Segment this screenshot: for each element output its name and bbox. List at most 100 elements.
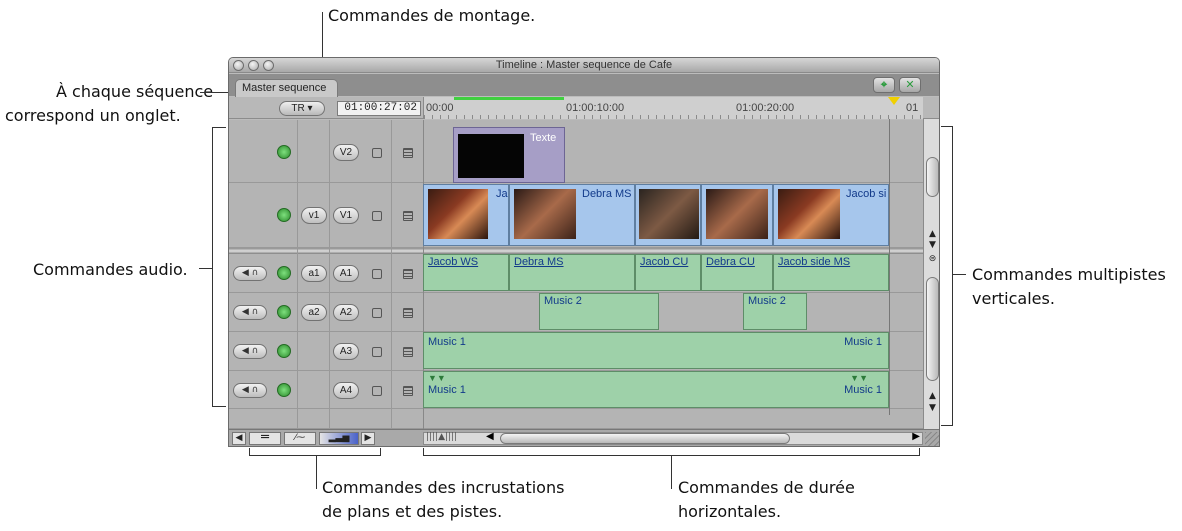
destination-v2[interactable]: V2 [333,144,359,161]
source-a1[interactable]: a1 [301,265,327,282]
audio-clip[interactable]: ▼▼ ▼▼ Music 1 Music 1 [423,371,889,408]
destination-a1[interactable]: A1 [333,265,359,282]
destination-a3[interactable]: A3 [333,343,359,360]
bottom-controls-bar: ◀ ═ ⁄⁓ ▂▃▅ ▶ ||||▲|||| ◀ ▶ [229,429,939,446]
destination-v1[interactable]: V1 [333,207,359,224]
auto-select-a4-icon[interactable] [403,386,413,396]
keyframe-marker-icon: ▼▼ [850,373,868,383]
playhead-line[interactable] [889,119,890,415]
destination-a2[interactable]: A2 [333,304,359,321]
lock-a4-icon[interactable] [372,386,382,396]
auto-select-a3-icon[interactable] [403,347,413,357]
leader-line [919,448,920,456]
keyframe-marker-icon: ▼▼ [428,373,446,383]
lock-v1-icon[interactable] [372,211,382,221]
snap-icon[interactable]: ⌖ [873,77,895,93]
audible-a1-icon[interactable] [277,266,291,280]
video-clip[interactable]: Debra MS [509,184,635,246]
track-height-menu-icon[interactable]: ▶ [361,432,375,445]
playhead-marker[interactable] [888,97,900,105]
scroll-up-arrow-icon[interactable]: ▲ [924,229,939,240]
divider-handle-icon[interactable]: ⊜ [924,254,939,265]
leader-line [671,455,672,489]
auto-select-v2-icon[interactable] [403,148,413,158]
audio-waveform-toggle-icon[interactable]: ◀ [232,432,246,445]
lock-a3-icon[interactable] [372,347,382,357]
audio-clip[interactable]: Jacob side MS [773,254,889,291]
clip-keyframes-toggle-icon[interactable]: ⁄⁓ [284,432,316,445]
video-clip[interactable] [635,184,701,246]
track-selector-button[interactable]: TR ▾ [279,101,325,116]
mute-solo-a4[interactable]: ◀ ∩ [233,383,267,398]
auto-select-v1-icon[interactable] [403,211,413,221]
ruler-tick-label: 01 [906,102,919,114]
audio-clip[interactable]: Jacob WS [423,254,509,291]
clip-label: Music 1 [428,384,466,396]
timeline-clips-area[interactable]: Texte Ja Debra MS Jacob si Jacob WS Debr… [423,120,889,416]
callout-duree-2: horizontales. [678,502,782,521]
track-visibility-v1-icon[interactable] [277,208,291,222]
audible-a3-icon[interactable] [277,344,291,358]
time-ruler[interactable]: 00:00 01:00:10:00 01:00:20:00 01 [423,97,923,119]
video-clip[interactable]: Ja [423,184,509,246]
auto-select-a2-icon[interactable] [403,308,413,318]
track-visibility-v2-icon[interactable] [277,145,291,159]
clip-thumbnail [514,189,576,239]
clip-label: Jacob si [846,188,887,200]
audible-a4-icon[interactable] [277,383,291,397]
leader-line [212,127,213,407]
render-status-bar [454,97,564,100]
audio-clip[interactable]: Debra MS [509,254,635,291]
clip-overlays-toggle-icon[interactable]: ═ [249,431,281,445]
callout-duree-1: Commandes de durée [678,478,855,497]
source-a2[interactable]: a2 [301,304,327,321]
lock-v2-icon[interactable] [372,148,382,158]
scroll-down-arrow-icon[interactable]: ▼ [924,403,939,414]
video-scroll-thumb[interactable] [926,157,939,197]
linked-selection-icon[interactable]: ✕ [899,77,921,93]
title-bar: Timeline : Master sequence de Cafe [229,58,939,73]
horizontal-duration-scroller[interactable]: ||||▲|||| ◀ ▶ [423,431,923,445]
mute-solo-a3[interactable]: ◀ ∩ [233,344,267,359]
clip-label: Debra MS [582,188,632,200]
tab-master-sequence[interactable]: Master sequence [235,79,338,97]
text-clip[interactable]: Texte [453,127,565,183]
scroll-down-arrow-icon[interactable]: ▼ [924,240,939,251]
ruler-tick-label: 00:00 [426,102,454,114]
callout-incrustations-1: Commandes des incrustations [322,478,565,497]
track-height-icon[interactable]: ▂▃▅ [319,432,359,445]
resize-grip-icon[interactable] [925,432,939,446]
callout-incrustations-2: de plans et des pistes. [322,502,503,521]
destination-a4[interactable]: A4 [333,382,359,399]
horizontal-scroll-thumb[interactable] [500,433,790,444]
clip-thumbnail [639,189,699,239]
zoom-slider-icon[interactable]: ||||▲|||| [426,432,457,442]
audio-clip[interactable]: Jacob CU [635,254,701,291]
vertical-track-scroller[interactable]: ▲ ▼ ⊜ ▲ ▼ [923,119,939,437]
ruler-tick-label: 01:00:20:00 [736,102,795,114]
mute-solo-a2[interactable]: ◀ ∩ [233,305,267,320]
lock-a2-icon[interactable] [372,308,382,318]
audio-clip[interactable]: Music 2 [743,293,807,330]
timeline-window: Timeline : Master sequence de Cafe Maste… [228,57,940,447]
source-v1[interactable]: v1 [301,207,327,224]
lock-a1-icon[interactable] [372,269,382,279]
callout-multipistes-1: Commandes multipistes [972,265,1166,284]
text-clip-label: Texte [530,132,557,144]
scroll-up-arrow-icon[interactable]: ▲ [924,391,939,402]
video-clip[interactable] [701,184,773,246]
audible-a2-icon[interactable] [277,305,291,319]
audio-scroll-thumb[interactable] [926,277,939,381]
audio-clip[interactable]: Debra CU [701,254,773,291]
current-timecode-field[interactable]: 01:00:27:02 [337,101,421,116]
clip-label: Music 1 [844,384,882,396]
video-clip[interactable]: Jacob si [773,184,889,246]
auto-select-a1-icon[interactable] [403,269,413,279]
audio-clip[interactable]: Music 2 [539,293,659,330]
audio-clip[interactable]: Music 1 Music 1 [423,332,889,369]
mute-solo-a1[interactable]: ◀ ∩ [233,266,267,281]
ruler-tick-label: 01:00:10:00 [566,102,625,114]
scroll-left-arrow-icon[interactable]: ◀ [486,431,494,442]
clip-thumbnail [706,189,768,239]
scroll-right-arrow-icon[interactable]: ▶ [912,431,920,442]
